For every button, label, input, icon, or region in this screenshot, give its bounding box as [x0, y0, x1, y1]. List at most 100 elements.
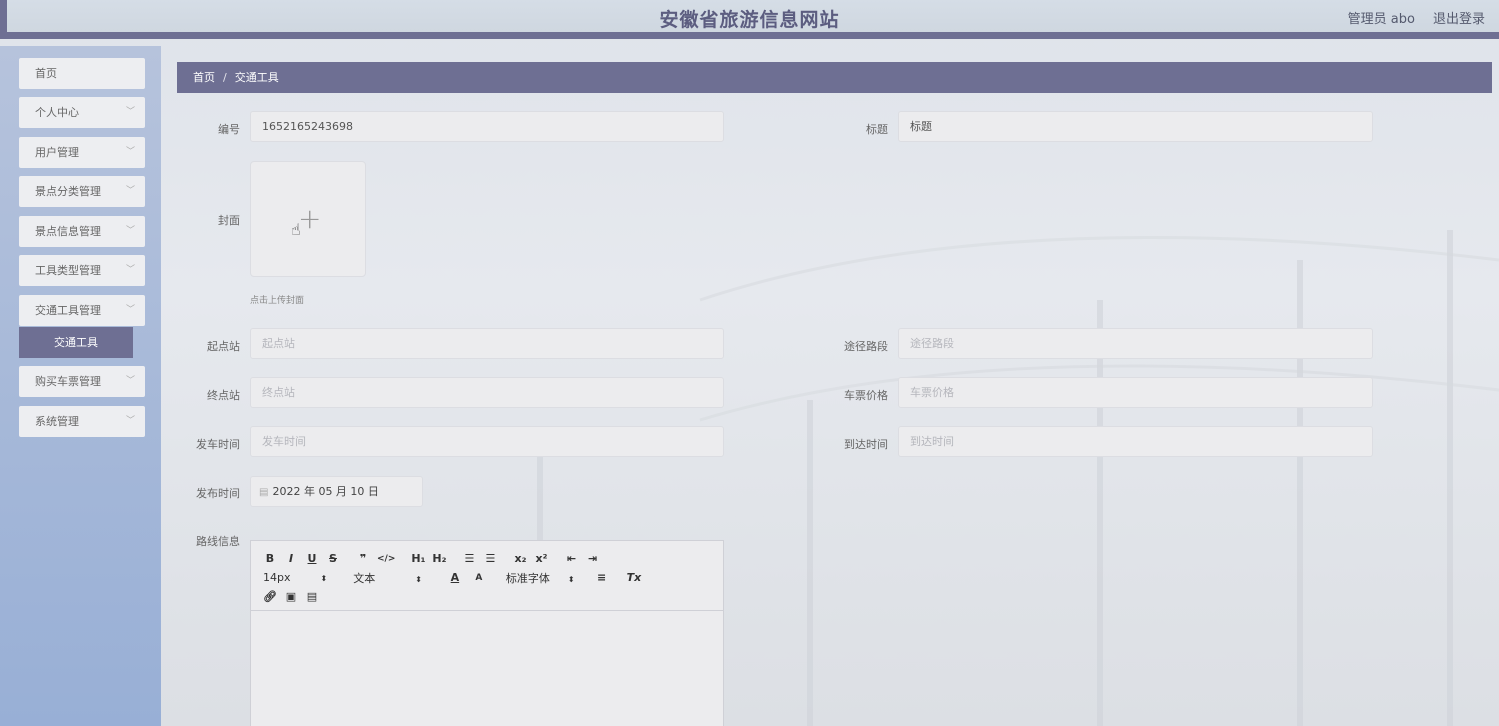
header-user-area: 管理员 abo 退出登录 — [1348, 8, 1485, 27]
sidebar-item-scenic-category[interactable]: 景点分类管理 ﹀ — [19, 176, 145, 207]
editor-toolbar-row-2: 14px ⬍ 文本 ⬍ A A 标准字体 ⬍ ≡ Tx — [263, 568, 711, 587]
sidebar-item-personal-center[interactable]: 个人中心 ﹀ — [19, 97, 145, 128]
code-block-button[interactable]: </> — [377, 554, 395, 564]
italic-button[interactable]: I — [284, 552, 298, 565]
link-icon[interactable]: 🔗︎ — [263, 590, 277, 603]
font-color-button[interactable]: A — [448, 571, 462, 584]
end-station-label: 终点站 — [207, 389, 240, 402]
depart-time-label: 发车时间 — [196, 438, 240, 451]
plus-icon: + — [298, 202, 322, 235]
editor-toolbar-row-3: 🔗︎ ▣ ▤ — [263, 587, 711, 606]
subscript-button[interactable]: x₂ — [513, 552, 527, 565]
sidebar-item-label: 首页 — [35, 67, 57, 80]
bold-button[interactable]: B — [263, 552, 277, 565]
sidebar-item-label: 个人中心 — [35, 106, 79, 119]
editor-toolbar-row-1: B I U S ❞ </> H₁ H₂ ☰ ☰ x₂ x² ⇤ ⇥ — [263, 549, 711, 568]
header2-button[interactable]: H₂ — [432, 552, 446, 565]
rich-text-editor: B I U S ❞ </> H₁ H₂ ☰ ☰ x₂ x² ⇤ ⇥ 14px ⬍ … — [250, 540, 724, 726]
editor-content-area[interactable] — [251, 611, 723, 726]
route-section-label: 途径路段 — [844, 340, 888, 353]
ticket-price-input[interactable]: 车票价格 — [898, 377, 1373, 408]
hand-pointer-icon: ☝ — [291, 220, 301, 239]
route-info-label: 路线信息 — [196, 535, 240, 548]
sidebar-item-ticket-purchase[interactable]: 购买车票管理 ﹀ — [19, 366, 145, 397]
top-header: 安徽省旅游信息网站 管理员 abo 退出登录 — [0, 0, 1499, 39]
align-button[interactable]: ≡ — [595, 571, 609, 584]
blockquote-button[interactable]: ❞ — [356, 552, 370, 565]
indent-button[interactable]: ⇥ — [585, 552, 599, 565]
arrive-time-label: 到达时间 — [844, 438, 888, 451]
sidebar-item-label: 景点分类管理 — [35, 185, 101, 198]
sidebar-subitem-transport[interactable]: 交通工具 — [19, 327, 133, 358]
chevron-down-icon: ﹀ — [125, 265, 135, 275]
background-decoration — [537, 230, 1499, 726]
sidebar-item-label: 购买车票管理 — [35, 375, 101, 388]
arrive-time-input[interactable]: 到达时间 — [898, 426, 1373, 457]
font-family-value: 标准字体 — [505, 571, 550, 585]
number-field[interactable]: 1652165243698 — [250, 111, 724, 142]
chevron-down-icon: ﹀ — [125, 186, 135, 196]
chevron-down-icon: ﹀ — [125, 416, 135, 426]
depart-time-input[interactable]: 发车时间 — [250, 426, 724, 457]
font-family-select[interactable]: 标准字体 ⬍ — [506, 570, 575, 586]
sidebar-item-label: 景点信息管理 — [35, 225, 101, 238]
end-station-input[interactable]: 终点站 — [250, 377, 724, 408]
title-field[interactable]: 标题 — [898, 111, 1373, 142]
font-size-value: 14px — [263, 571, 291, 584]
background-color-button[interactable]: A — [472, 573, 486, 583]
sidebar-item-tool-type[interactable]: 工具类型管理 ﹀ — [19, 255, 145, 286]
sidebar-item-home[interactable]: 首页 — [19, 58, 145, 89]
publish-time-label: 发布时间 — [196, 487, 240, 500]
ticket-price-label: 车票价格 — [844, 389, 888, 402]
calendar-icon: ▤ — [259, 487, 269, 498]
publish-date-picker[interactable]: ▤ 2022 年 05 月 10 日 — [250, 476, 423, 507]
chevron-down-icon: ﹀ — [125, 147, 135, 157]
chevron-down-icon: ﹀ — [125, 107, 135, 117]
breadcrumb-separator: / — [223, 71, 227, 84]
font-size-select[interactable]: 14px ⬍ — [263, 571, 327, 584]
publish-date-value: 2022 年 05 月 10 日 — [272, 485, 379, 498]
underline-button[interactable]: U — [305, 552, 319, 565]
sidebar-item-label: 用户管理 — [35, 146, 79, 159]
site-title: 安徽省旅游信息网站 — [659, 9, 840, 31]
breadcrumb-current: 交通工具 — [234, 71, 279, 84]
logout-link[interactable]: 退出登录 — [1433, 8, 1485, 27]
superscript-button[interactable]: x² — [534, 552, 548, 565]
strikethrough-button[interactable]: S — [326, 552, 340, 565]
cover-label: 封面 — [218, 214, 240, 227]
chevron-down-icon: ﹀ — [125, 305, 135, 315]
video-icon[interactable]: ▤ — [305, 590, 319, 603]
text-type-select[interactable]: 文本 ⬍ — [353, 570, 422, 586]
sidebar-item-label: 交通工具管理 — [35, 304, 101, 317]
sidebar-item-transport-management[interactable]: 交通工具管理 ﹀ — [19, 295, 145, 326]
sidebar-item-scenic-info[interactable]: 景点信息管理 ﹀ — [19, 216, 145, 247]
number-label: 编号 — [218, 123, 240, 136]
image-icon[interactable]: ▣ — [284, 590, 298, 603]
outdent-button[interactable]: ⇤ — [564, 552, 578, 565]
select-arrow-icon: ⬍ — [320, 574, 328, 583]
breadcrumb-home[interactable]: 首页 — [193, 71, 215, 84]
sidebar-item-label: 系统管理 — [35, 415, 79, 428]
text-type-value: 文本 — [353, 571, 376, 585]
sidebar: 首页 个人中心 ﹀ 用户管理 ﹀ 景点分类管理 ﹀ 景点信息管理 ﹀ 工具类型管理 ﹀ 交… — [0, 46, 161, 726]
chevron-down-icon: ﹀ — [125, 226, 135, 236]
sidebar-item-system[interactable]: 系统管理 ﹀ — [19, 406, 145, 437]
editor-toolbar: B I U S ❞ </> H₁ H₂ ☰ ☰ x₂ x² ⇤ ⇥ 14px ⬍ … — [251, 541, 723, 611]
sidebar-item-user-management[interactable]: 用户管理 ﹀ — [19, 137, 145, 168]
breadcrumb: 首页 / 交通工具 — [177, 62, 1492, 93]
select-arrow-icon: ⬍ — [567, 574, 575, 584]
cover-upload-box[interactable]: + ☝ — [250, 161, 366, 277]
select-arrow-icon: ⬍ — [415, 574, 422, 584]
bullet-list-button[interactable]: ☰ — [483, 552, 497, 565]
start-station-input[interactable]: 起点站 — [250, 328, 724, 359]
route-section-input[interactable]: 途径路段 — [898, 328, 1373, 359]
title-label: 标题 — [866, 123, 888, 136]
admin-user-label: 管理员 abo — [1347, 12, 1415, 27]
clear-format-button[interactable]: Tx — [627, 571, 642, 584]
chevron-down-icon: ﹀ — [125, 376, 135, 386]
sidebar-item-label: 工具类型管理 — [35, 264, 101, 277]
ordered-list-button[interactable]: ☰ — [462, 552, 476, 565]
header1-button[interactable]: H₁ — [411, 552, 425, 565]
cover-upload-hint: 点击上传封面 — [250, 296, 305, 306]
start-station-label: 起点站 — [207, 340, 240, 353]
